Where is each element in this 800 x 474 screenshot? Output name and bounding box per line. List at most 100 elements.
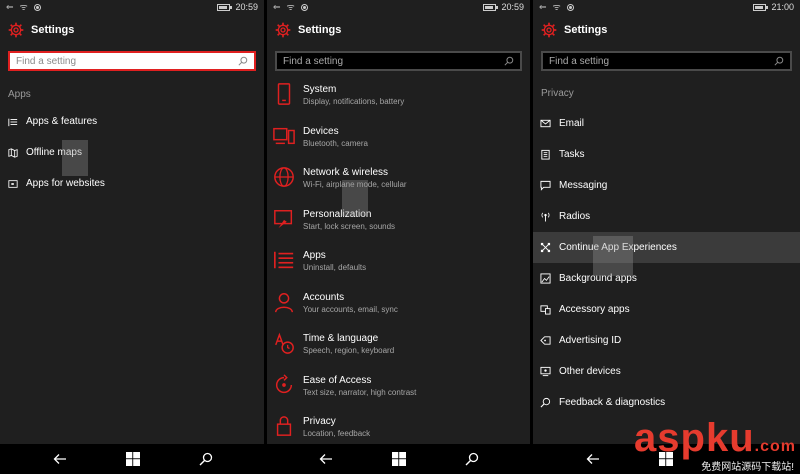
wifi-icon: ᯤ (19, 1, 28, 12)
category-label: System (303, 84, 337, 95)
clock: 21:00 (771, 2, 794, 12)
back-icon[interactable] (319, 452, 333, 466)
category-system[interactable]: System Display, notifications, battery (267, 81, 530, 123)
search-input[interactable] (283, 55, 504, 67)
lock-icon (276, 416, 292, 436)
privacy-item-radios[interactable]: Radios (533, 201, 800, 232)
settings-screen-apps: ⇐ ᯤ 20:59 Settings Apps Apps & features … (0, 0, 264, 444)
list-icon (274, 251, 294, 269)
status-bar: ⇐ ᯤ 20:59 (0, 0, 264, 14)
devices-icon (273, 127, 295, 144)
gear-icon (275, 22, 291, 38)
location-icon (33, 3, 41, 11)
list-item-label: Feedback & diagnostics (559, 397, 666, 408)
list-item-label: Messaging (559, 180, 608, 191)
category-label: Accounts (303, 291, 345, 303)
watermark-brand: aspku.com 免费网站源码下载站! (634, 418, 796, 473)
search-input[interactable] (16, 55, 238, 67)
category-apps[interactable]: Apps Uninstall, defaults (267, 247, 530, 289)
status-bar: ⇐ ᯤ 20:59 (267, 0, 530, 14)
list-item-label: Accessory apps (559, 304, 630, 315)
tasks-icon (541, 149, 550, 160)
list-item-label: Apps for websites (26, 178, 105, 189)
radio-icon (541, 212, 550, 222)
section-header: Privacy (541, 88, 574, 99)
continue-icon (540, 242, 551, 253)
feedback-icon (540, 397, 551, 408)
category-description: Bluetooth, camera (303, 138, 368, 148)
watermark-logo (342, 180, 368, 216)
phone-icon (277, 83, 291, 105)
category-description: Start, lock screen, sounds (303, 221, 396, 231)
category-label: Network & wireless (303, 167, 389, 178)
battery-icon (753, 3, 769, 11)
title-bar: Settings (0, 14, 264, 46)
page-title: Settings (31, 24, 75, 36)
privacy-item-continue-app-experiences[interactable]: Continue App Experiences (533, 232, 800, 263)
category-time-language[interactable]: Time & language Speech, region, keyboard (267, 330, 530, 372)
search-box[interactable] (541, 51, 792, 71)
category-devices[interactable]: Devices Bluetooth, camera (267, 123, 530, 165)
category-description: Your accounts, email, sync (303, 304, 398, 314)
settings-screen-privacy: ⇐ ᯤ 21:00 Settings Privacy Email Tasks M… (533, 0, 800, 444)
list-item-label: Radios (559, 211, 591, 222)
category-description: Speech, region, keyboard (303, 346, 395, 355)
category-personalization[interactable]: Personalization Start, lock screen, sound… (267, 206, 530, 248)
accessory-icon (540, 305, 551, 315)
privacy-item-other-devices[interactable]: Other devices (533, 356, 800, 387)
category-accounts[interactable]: Accounts Your accounts, email, sync (267, 289, 530, 331)
privacy-item-accessory-apps[interactable]: Accessory apps (533, 294, 800, 325)
search-icon[interactable] (774, 56, 784, 66)
website-icon (8, 179, 18, 188)
category-network[interactable]: Network & wireless Wi-Fi, airplane mode, … (267, 164, 530, 206)
back-icon[interactable] (586, 452, 600, 466)
section-header: Apps (8, 89, 31, 100)
signal-icon: ⇐ (6, 1, 14, 12)
privacy-item-feedback-diagnostics[interactable]: Feedback & diagnostics (533, 387, 800, 418)
list-item-label: Other devices (559, 366, 621, 377)
clock: 20:59 (235, 2, 258, 12)
list-item-offline-maps[interactable]: Offline maps (0, 137, 264, 168)
search-box[interactable] (275, 51, 522, 71)
privacy-item-messaging[interactable]: Messaging (533, 170, 800, 201)
message-icon (540, 180, 551, 191)
list-item-apps-for-websites[interactable]: Apps for websites (0, 168, 264, 199)
privacy-item-background-apps[interactable]: Background apps (533, 263, 800, 294)
list-item-apps-features[interactable]: Apps & features (0, 106, 264, 137)
list-item-label: Advertising ID (559, 335, 622, 346)
search-icon[interactable] (504, 56, 514, 66)
other-devices-icon (540, 366, 551, 377)
category-label: Ease of Access (303, 374, 372, 386)
search-icon[interactable] (199, 452, 213, 466)
globe-icon (274, 167, 294, 187)
privacy-item-email[interactable]: Email (533, 108, 800, 139)
signal-icon: ⇐ (539, 1, 547, 12)
category-description: Location, feedback (303, 429, 371, 438)
status-bar: ⇐ ᯤ 21:00 (533, 0, 800, 14)
windows-icon[interactable] (392, 452, 406, 466)
clock: 20:59 (501, 2, 524, 12)
privacy-item-tasks[interactable]: Tasks (533, 139, 800, 170)
search-input[interactable] (549, 55, 774, 67)
category-ease-of-access[interactable]: Ease of Access Text size, narrator, high … (267, 372, 530, 414)
privacy-item-advertising-id[interactable]: Advertising ID (533, 325, 800, 356)
list-item-label: Email (559, 118, 585, 129)
signal-icon: ⇐ (273, 1, 281, 12)
wifi-icon: ᯤ (286, 1, 295, 12)
watermark-caption: 免费网站源码下载站! (701, 462, 794, 473)
search-icon[interactable] (465, 452, 479, 466)
category-privacy[interactable]: Privacy Location, feedback (267, 413, 530, 444)
watermark-logo (62, 140, 88, 176)
category-description: Text size, narrator, high contrast (303, 387, 417, 397)
background-apps-icon (540, 273, 551, 284)
search-box[interactable] (8, 51, 256, 71)
back-icon[interactable] (53, 452, 67, 466)
list-item-label: Tasks (559, 149, 585, 160)
battery-icon (217, 3, 233, 11)
ease-of-access-icon (275, 373, 293, 393)
battery-icon (483, 3, 499, 11)
windows-icon[interactable] (126, 452, 140, 466)
paint-icon (274, 209, 293, 228)
search-icon[interactable] (238, 56, 248, 66)
settings-category-list: System Display, notifications, battery De… (267, 81, 530, 444)
